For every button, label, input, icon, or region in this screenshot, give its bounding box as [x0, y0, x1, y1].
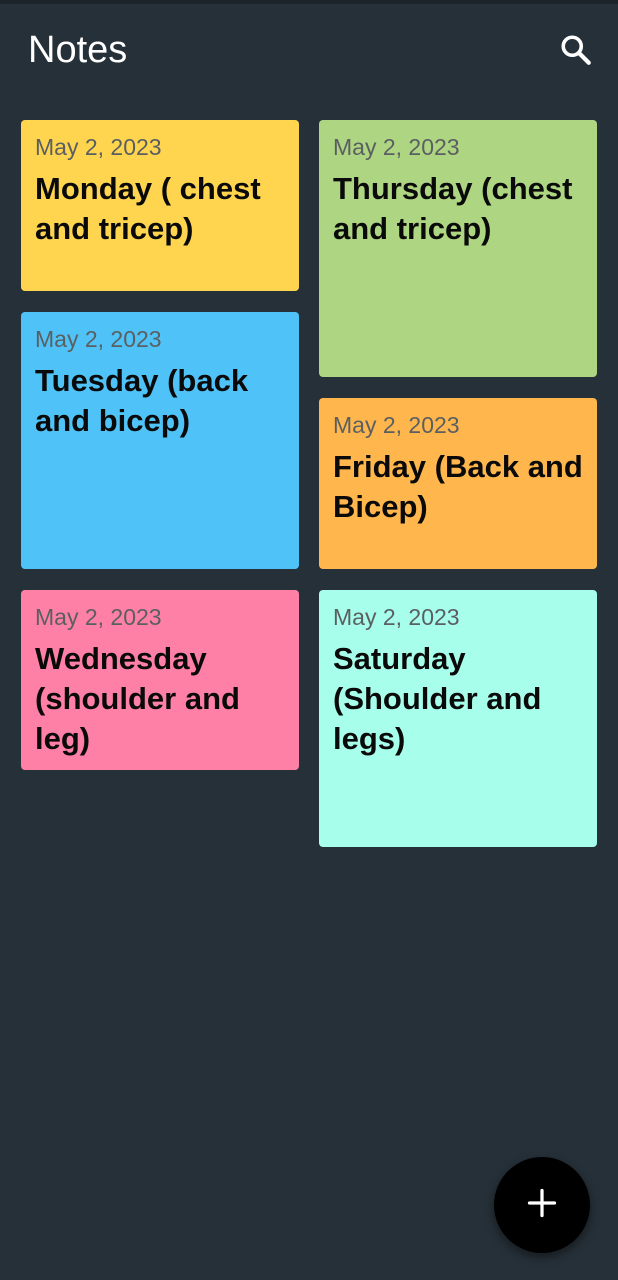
note-title: Saturday (Shoulder and legs) — [333, 641, 542, 756]
note-date: May 2, 2023 — [35, 326, 162, 352]
note-card[interactable]: May 2, 2023 Thursday (chest and tricep) — [319, 120, 597, 377]
note-card[interactable]: May 2, 2023 Friday (Back and Bicep) — [319, 398, 597, 569]
note-title: Wednesday (shoulder and leg) — [35, 641, 240, 756]
note-title: Thursday (chest and tricep) — [333, 171, 573, 246]
note-date: May 2, 2023 — [333, 134, 460, 160]
note-date: May 2, 2023 — [35, 604, 162, 630]
note-date: May 2, 2023 — [333, 604, 460, 630]
status-bar-divider — [0, 0, 618, 4]
note-title: Tuesday (back and bicep) — [35, 363, 249, 438]
note-card[interactable]: May 2, 2023 Wednesday (shoulder and leg) — [21, 590, 299, 770]
note-title: Friday (Back and Bicep) — [333, 449, 583, 524]
add-note-button[interactable] — [494, 1157, 590, 1253]
page-title: Notes — [28, 29, 128, 71]
search-icon — [558, 32, 594, 73]
note-card[interactable]: May 2, 2023 Tuesday (back and bicep) — [21, 312, 299, 569]
note-card[interactable]: May 2, 2023 Monday ( chest and tricep) — [21, 120, 299, 291]
note-card[interactable]: May 2, 2023 Saturday (Shoulder and legs) — [319, 590, 597, 847]
note-date: May 2, 2023 — [333, 412, 460, 438]
note-title: Monday ( chest and tricep) — [35, 171, 261, 246]
plus-icon — [527, 1188, 557, 1223]
note-date: May 2, 2023 — [35, 134, 162, 160]
search-button[interactable] — [552, 28, 600, 76]
